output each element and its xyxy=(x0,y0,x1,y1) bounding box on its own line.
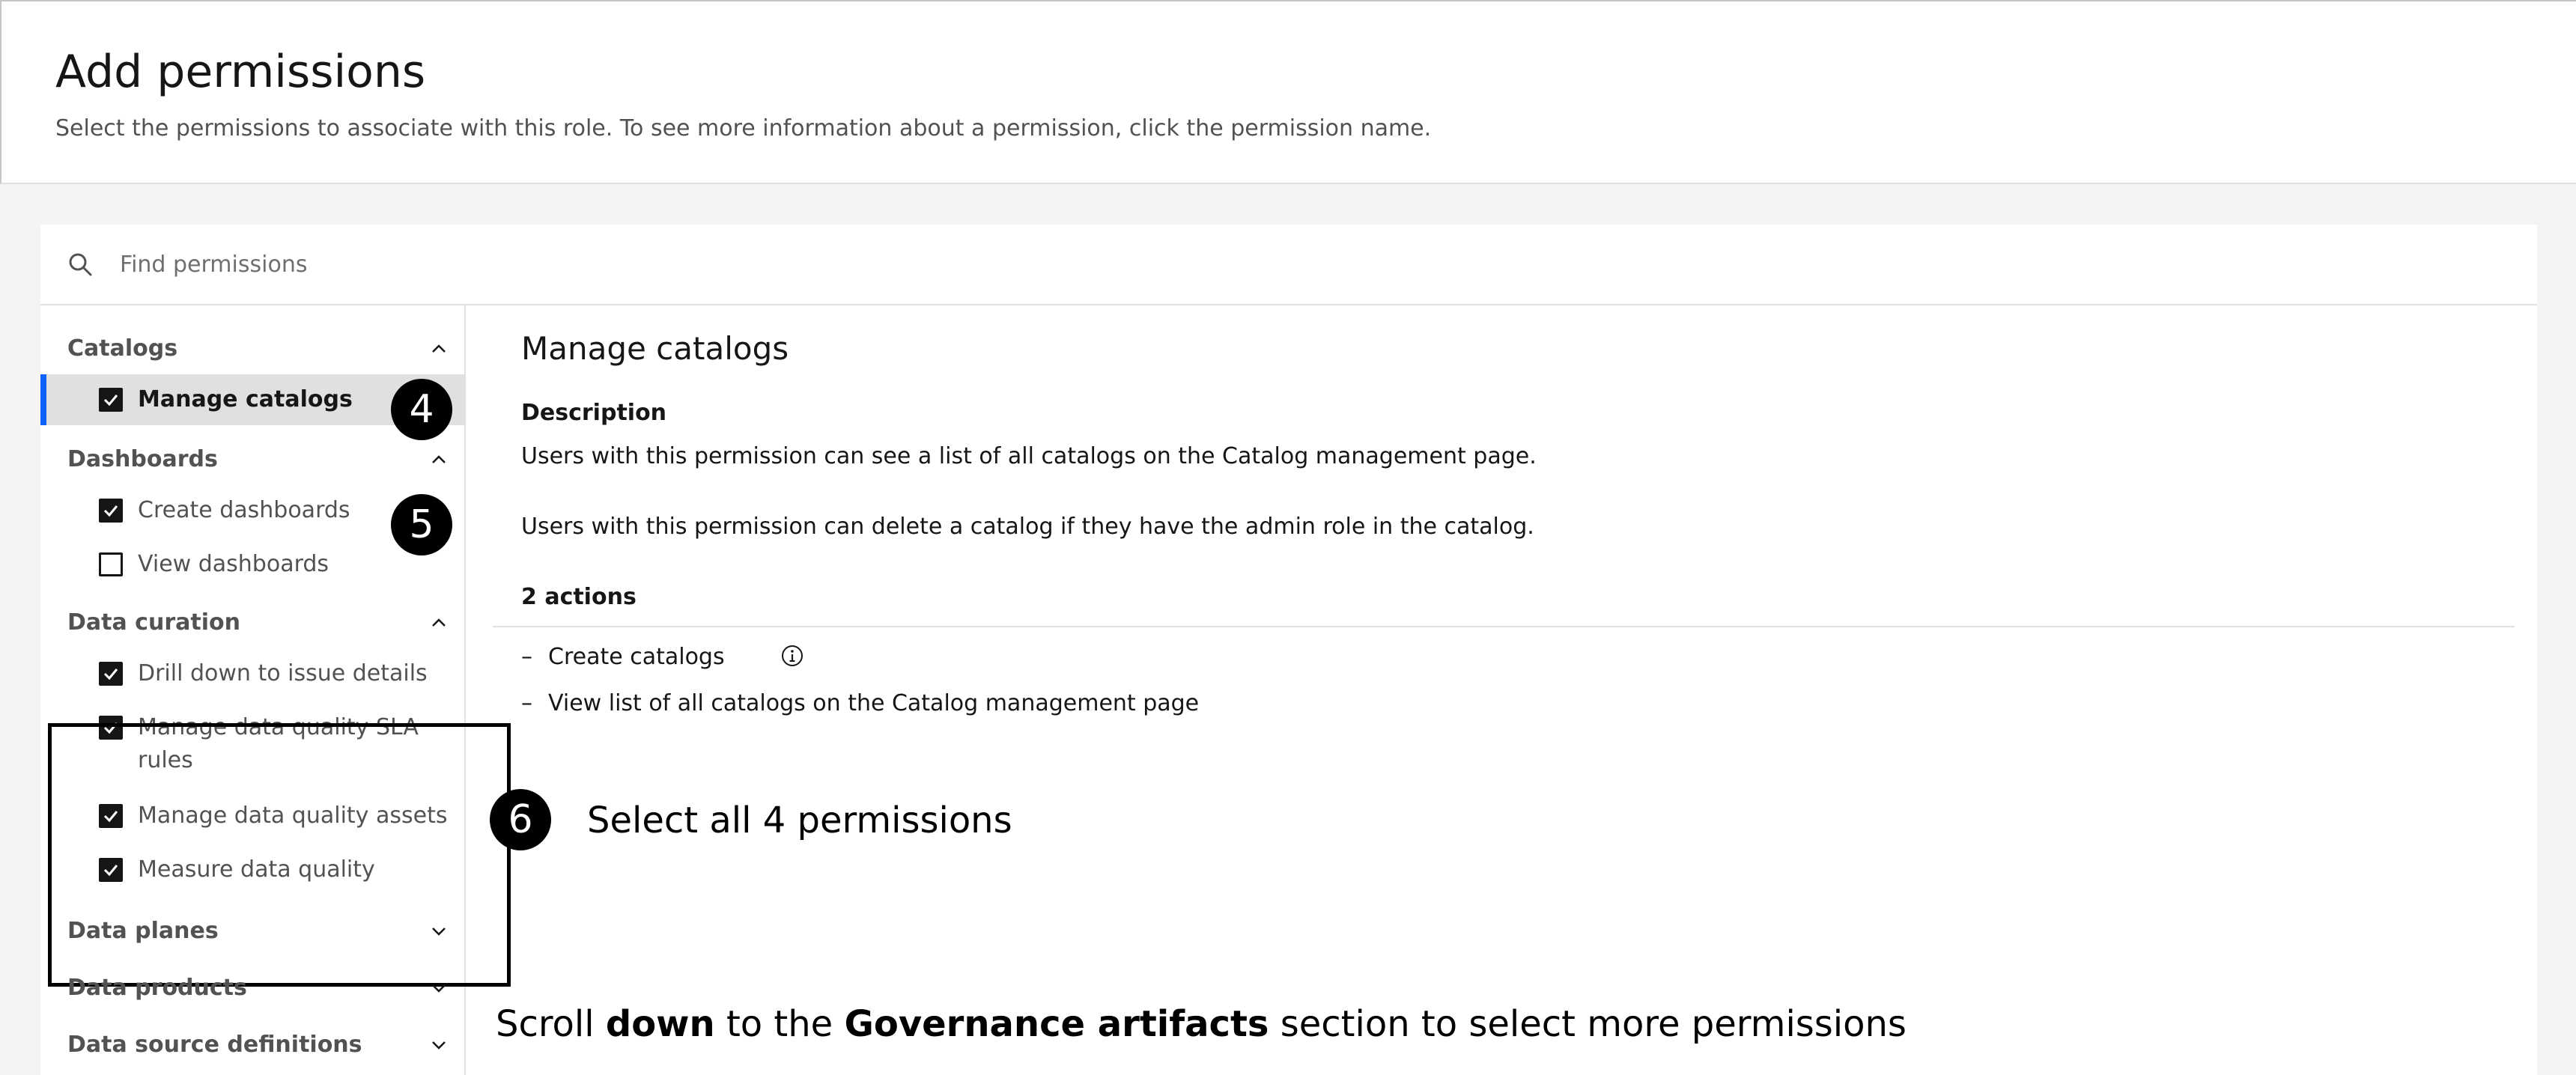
category-label: Data curation xyxy=(67,609,240,636)
search-bar[interactable]: Find permissions xyxy=(40,225,2537,305)
actions-heading: 2 actions xyxy=(521,584,637,610)
permission-label: Manage catalogs xyxy=(138,386,353,412)
category-data-curation[interactable]: Data curation xyxy=(67,600,451,645)
step-badge-6: 6 xyxy=(490,789,551,850)
annotation-scroll-instruction: Scroll down to the Governance artifacts … xyxy=(496,1002,1907,1047)
action-label: Create catalogs xyxy=(548,644,725,670)
category-label: Data source definitions xyxy=(67,1032,362,1058)
permission-label: Create dashboards xyxy=(138,497,350,523)
chevron-down-icon[interactable] xyxy=(427,919,451,943)
description-line: Users with this permission can see a lis… xyxy=(521,443,1537,469)
category-label: Dashboards xyxy=(67,446,218,472)
category-data-source-definitions[interactable]: Data source definitions xyxy=(67,1023,451,1068)
action-dash: – xyxy=(521,644,532,670)
search-icon xyxy=(66,250,96,280)
page-subtitle: Select the permissions to associate with… xyxy=(55,115,1432,141)
description-heading: Description xyxy=(521,400,667,426)
category-label: Catalogs xyxy=(67,335,178,362)
permissions-card: Find permissions Catalogs Manage catalog… xyxy=(40,225,2537,1075)
annotation-select-all: Select all 4 permissions xyxy=(587,800,1012,841)
chevron-up-icon[interactable] xyxy=(427,611,451,635)
page-header: Add permissions Select the permissions t… xyxy=(0,0,2576,184)
action-item: – Create catalogs xyxy=(521,642,725,672)
chevron-down-icon[interactable] xyxy=(427,976,451,1000)
action-dash: – xyxy=(521,690,532,716)
checkbox-manage-catalogs[interactable] xyxy=(99,388,123,412)
step-badge-4: 4 xyxy=(391,379,452,440)
checkbox-view-dashboards[interactable] xyxy=(99,552,123,576)
annotation-text: to the xyxy=(714,1003,845,1045)
info-icon[interactable] xyxy=(780,644,804,668)
step-badge-5: 5 xyxy=(391,494,452,555)
annotation-text: section to select more permissions xyxy=(1269,1003,1907,1045)
category-label: Data planes xyxy=(67,918,219,944)
search-input[interactable]: Find permissions xyxy=(120,250,307,280)
category-catalogs[interactable]: Catalogs xyxy=(67,326,451,371)
category-data-planes[interactable]: Data planes xyxy=(67,909,451,954)
permission-label: Drill down to issue details xyxy=(138,660,428,686)
action-item: – View list of all catalogs on the Catalo… xyxy=(521,689,1199,719)
chevron-up-icon[interactable] xyxy=(427,337,451,361)
permission-item-drill-down[interactable]: Drill down to issue details xyxy=(40,648,464,699)
page-title: Add permissions xyxy=(55,46,426,98)
category-data-products[interactable]: Data products xyxy=(67,966,451,1011)
permission-detail-panel: Manage catalogs Description Users with t… xyxy=(466,305,2537,1075)
category-label: Data products xyxy=(67,975,247,1001)
annotation-bold: Governance artifacts xyxy=(844,1003,1269,1045)
description-line: Users with this permission can delete a … xyxy=(521,514,1534,540)
chevron-down-icon[interactable] xyxy=(427,1033,451,1057)
category-dashboards[interactable]: Dashboards xyxy=(67,437,451,482)
annotation-text: Scroll xyxy=(496,1003,606,1045)
permission-label: View dashboards xyxy=(138,551,329,577)
annotation-bold: down xyxy=(605,1003,715,1045)
selected-indicator xyxy=(40,374,46,425)
checkbox-drill-down[interactable] xyxy=(99,662,123,686)
divider xyxy=(493,626,2515,627)
checkbox-create-dashboards[interactable] xyxy=(99,499,123,523)
chevron-up-icon[interactable] xyxy=(427,448,451,472)
detail-title: Manage catalogs xyxy=(521,330,789,367)
action-label: View list of all catalogs on the Catalog… xyxy=(548,690,1200,716)
